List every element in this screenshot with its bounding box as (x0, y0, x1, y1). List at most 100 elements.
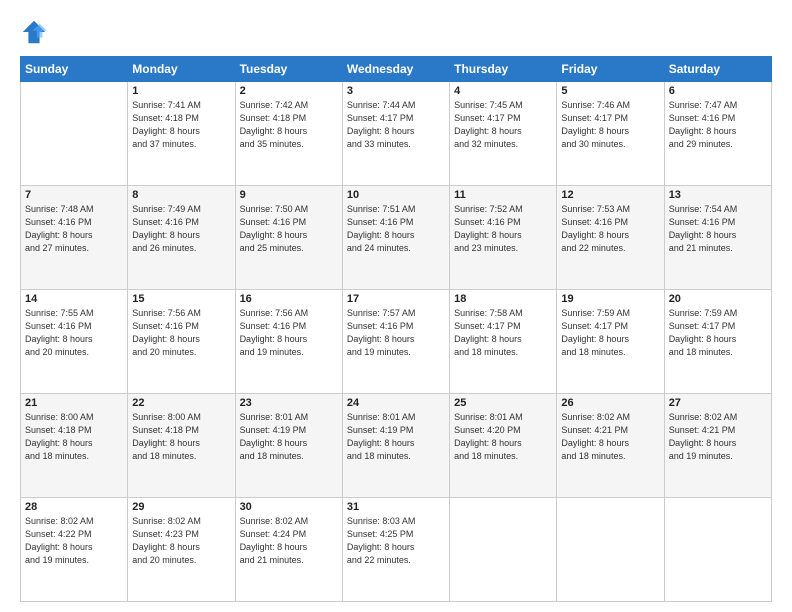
day-info: Sunrise: 7:46 AMSunset: 4:17 PMDaylight:… (561, 99, 659, 151)
calendar-cell: 21 Sunrise: 8:00 AMSunset: 4:18 PMDayligh… (21, 394, 128, 498)
day-info: Sunrise: 7:52 AMSunset: 4:16 PMDaylight:… (454, 203, 552, 255)
day-number: 30 (240, 501, 338, 513)
day-number: 27 (669, 397, 767, 409)
calendar-week-row: 21 Sunrise: 8:00 AMSunset: 4:18 PMDayligh… (21, 394, 772, 498)
day-info: Sunrise: 7:50 AMSunset: 4:16 PMDaylight:… (240, 203, 338, 255)
day-number: 23 (240, 397, 338, 409)
calendar-cell: 30 Sunrise: 8:02 AMSunset: 4:24 PMDayligh… (235, 498, 342, 602)
calendar-header-row: SundayMondayTuesdayWednesdayThursdayFrid… (21, 57, 772, 82)
day-number: 10 (347, 189, 445, 201)
day-info: Sunrise: 7:51 AMSunset: 4:16 PMDaylight:… (347, 203, 445, 255)
day-number: 21 (25, 397, 123, 409)
calendar-cell: 13Sunrise: 7:54 AMSunset: 4:16 PMDayligh… (664, 186, 771, 290)
calendar-cell: 22 Sunrise: 8:00 AMSunset: 4:18 PMDayligh… (128, 394, 235, 498)
day-info: Sunrise: 8:02 AMSunset: 4:21 PMDaylight:… (669, 411, 767, 463)
day-info: Sunrise: 7:57 AMSunset: 4:16 PMDaylight:… (347, 307, 445, 359)
calendar-week-row: 28 Sunrise: 8:02 AMSunset: 4:22 PMDayligh… (21, 498, 772, 602)
day-number: 5 (561, 85, 659, 97)
calendar-cell: 26Sunrise: 8:02 AMSunset: 4:21 PMDayligh… (557, 394, 664, 498)
day-info: Sunrise: 7:54 AMSunset: 4:16 PMDaylight:… (669, 203, 767, 255)
day-info: Sunrise: 8:00 AMSunset: 4:18 PMDaylight:… (132, 411, 230, 463)
calendar-cell (664, 498, 771, 602)
day-info: Sunrise: 8:03 AMSunset: 4:25 PMDaylight:… (347, 515, 445, 567)
calendar-week-row: 14Sunrise: 7:55 AMSunset: 4:16 PMDayligh… (21, 290, 772, 394)
day-number: 31 (347, 501, 445, 513)
day-info: Sunrise: 7:41 AMSunset: 4:18 PMDaylight:… (132, 99, 230, 151)
day-info: Sunrise: 7:59 AMSunset: 4:17 PMDaylight:… (561, 307, 659, 359)
day-info: Sunrise: 7:53 AMSunset: 4:16 PMDaylight:… (561, 203, 659, 255)
day-number: 17 (347, 293, 445, 305)
calendar-cell: 8 Sunrise: 7:49 AMSunset: 4:16 PMDaylight… (128, 186, 235, 290)
day-number: 9 (240, 189, 338, 201)
day-number: 4 (454, 85, 552, 97)
day-number: 16 (240, 293, 338, 305)
day-info: Sunrise: 7:48 AMSunset: 4:16 PMDaylight:… (25, 203, 123, 255)
logo-icon (20, 18, 48, 46)
calendar-cell (21, 82, 128, 186)
day-number: 1 (132, 85, 230, 97)
day-number: 28 (25, 501, 123, 513)
calendar-cell: 15Sunrise: 7:56 AMSunset: 4:16 PMDayligh… (128, 290, 235, 394)
day-number: 20 (669, 293, 767, 305)
calendar-cell: 7 Sunrise: 7:48 AMSunset: 4:16 PMDaylight… (21, 186, 128, 290)
calendar-week-row: 7 Sunrise: 7:48 AMSunset: 4:16 PMDaylight… (21, 186, 772, 290)
page: SundayMondayTuesdayWednesdayThursdayFrid… (0, 0, 792, 612)
day-info: Sunrise: 7:58 AMSunset: 4:17 PMDaylight:… (454, 307, 552, 359)
calendar-cell: 31 Sunrise: 8:03 AMSunset: 4:25 PMDayligh… (342, 498, 449, 602)
calendar-cell: 16 Sunrise: 7:56 AMSunset: 4:16 PMDayligh… (235, 290, 342, 394)
day-number: 2 (240, 85, 338, 97)
day-info: Sunrise: 7:59 AMSunset: 4:17 PMDaylight:… (669, 307, 767, 359)
calendar-header-thursday: Thursday (450, 57, 557, 82)
day-info: Sunrise: 7:56 AMSunset: 4:16 PMDaylight:… (240, 307, 338, 359)
calendar-header-monday: Monday (128, 57, 235, 82)
day-info: Sunrise: 8:02 AMSunset: 4:21 PMDaylight:… (561, 411, 659, 463)
calendar-cell: 1 Sunrise: 7:41 AMSunset: 4:18 PMDaylight… (128, 82, 235, 186)
header (20, 18, 772, 46)
day-number: 6 (669, 85, 767, 97)
calendar-cell: 9 Sunrise: 7:50 AMSunset: 4:16 PMDaylight… (235, 186, 342, 290)
day-number: 8 (132, 189, 230, 201)
day-number: 11 (454, 189, 552, 201)
day-info: Sunrise: 8:02 AMSunset: 4:23 PMDaylight:… (132, 515, 230, 567)
day-number: 7 (25, 189, 123, 201)
day-info: Sunrise: 7:47 AMSunset: 4:16 PMDaylight:… (669, 99, 767, 151)
day-info: Sunrise: 8:00 AMSunset: 4:18 PMDaylight:… (25, 411, 123, 463)
day-info: Sunrise: 8:01 AMSunset: 4:19 PMDaylight:… (240, 411, 338, 463)
day-info: Sunrise: 7:56 AMSunset: 4:16 PMDaylight:… (132, 307, 230, 359)
logo (20, 18, 50, 46)
calendar-cell: 20 Sunrise: 7:59 AMSunset: 4:17 PMDayligh… (664, 290, 771, 394)
day-info: Sunrise: 7:49 AMSunset: 4:16 PMDaylight:… (132, 203, 230, 255)
calendar-cell: 25 Sunrise: 8:01 AMSunset: 4:20 PMDayligh… (450, 394, 557, 498)
calendar-cell: 11 Sunrise: 7:52 AMSunset: 4:16 PMDayligh… (450, 186, 557, 290)
day-info: Sunrise: 8:02 AMSunset: 4:22 PMDaylight:… (25, 515, 123, 567)
day-info: Sunrise: 8:02 AMSunset: 4:24 PMDaylight:… (240, 515, 338, 567)
calendar-cell: 27 Sunrise: 8:02 AMSunset: 4:21 PMDayligh… (664, 394, 771, 498)
calendar-week-row: 1 Sunrise: 7:41 AMSunset: 4:18 PMDaylight… (21, 82, 772, 186)
calendar-cell: 23 Sunrise: 8:01 AMSunset: 4:19 PMDayligh… (235, 394, 342, 498)
calendar-cell: 6 Sunrise: 7:47 AMSunset: 4:16 PMDaylight… (664, 82, 771, 186)
day-number: 22 (132, 397, 230, 409)
day-info: Sunrise: 8:01 AMSunset: 4:19 PMDaylight:… (347, 411, 445, 463)
calendar-cell: 5 Sunrise: 7:46 AMSunset: 4:17 PMDaylight… (557, 82, 664, 186)
calendar-cell (557, 498, 664, 602)
day-number: 14 (25, 293, 123, 305)
calendar-cell: 10 Sunrise: 7:51 AMSunset: 4:16 PMDayligh… (342, 186, 449, 290)
day-number: 25 (454, 397, 552, 409)
calendar-cell: 12 Sunrise: 7:53 AMSunset: 4:16 PMDayligh… (557, 186, 664, 290)
calendar-cell: 19Sunrise: 7:59 AMSunset: 4:17 PMDayligh… (557, 290, 664, 394)
calendar-header-wednesday: Wednesday (342, 57, 449, 82)
calendar-cell: 17 Sunrise: 7:57 AMSunset: 4:16 PMDayligh… (342, 290, 449, 394)
calendar-header-sunday: Sunday (21, 57, 128, 82)
calendar-cell: 24Sunrise: 8:01 AMSunset: 4:19 PMDayligh… (342, 394, 449, 498)
day-number: 3 (347, 85, 445, 97)
calendar-cell (450, 498, 557, 602)
day-info: Sunrise: 7:44 AMSunset: 4:17 PMDaylight:… (347, 99, 445, 151)
calendar-table: SundayMondayTuesdayWednesdayThursdayFrid… (20, 56, 772, 602)
calendar-cell: 18 Sunrise: 7:58 AMSunset: 4:17 PMDayligh… (450, 290, 557, 394)
day-info: Sunrise: 8:01 AMSunset: 4:20 PMDaylight:… (454, 411, 552, 463)
calendar-cell: 14Sunrise: 7:55 AMSunset: 4:16 PMDayligh… (21, 290, 128, 394)
day-number: 12 (561, 189, 659, 201)
calendar-cell: 28 Sunrise: 8:02 AMSunset: 4:22 PMDayligh… (21, 498, 128, 602)
day-info: Sunrise: 7:42 AMSunset: 4:18 PMDaylight:… (240, 99, 338, 151)
day-number: 18 (454, 293, 552, 305)
